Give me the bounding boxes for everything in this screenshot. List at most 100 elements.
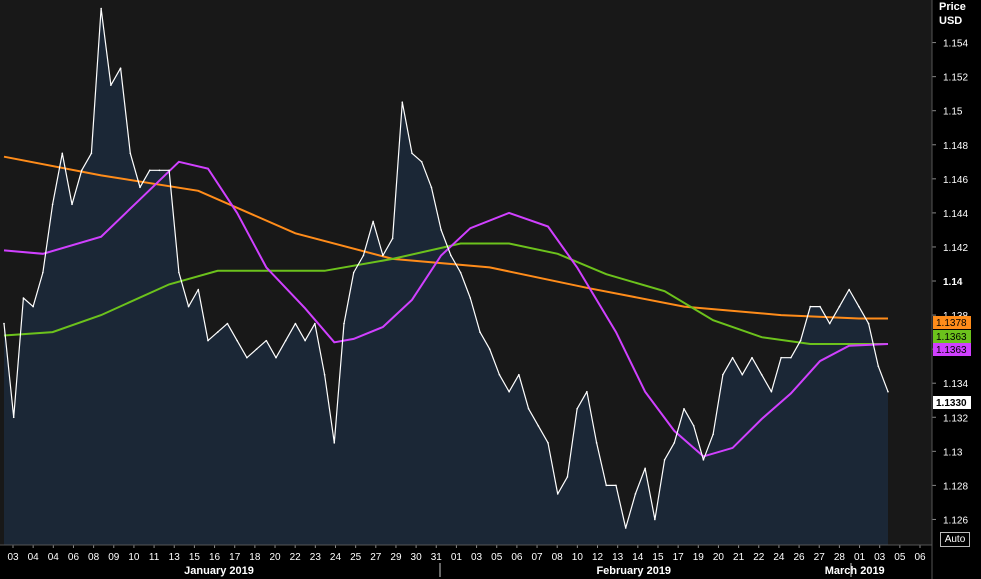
x-tick-label: 12 xyxy=(592,552,604,563)
price-point xyxy=(352,271,355,274)
price-point xyxy=(867,322,870,325)
x-tick-label: 06 xyxy=(914,552,926,563)
x-tick-label: 17 xyxy=(229,552,241,563)
last-value-tag-label: 1.1330 xyxy=(936,398,967,409)
price-point xyxy=(644,467,646,470)
x-tick-label: 06 xyxy=(68,552,80,563)
last-value-tag-label: 1.1363 xyxy=(936,345,967,356)
x-tick-label: 06 xyxy=(511,552,523,563)
x-tick-label: 03 xyxy=(471,552,483,563)
price-point xyxy=(683,407,685,410)
price-point xyxy=(712,433,714,436)
price-axis-header: Price USD xyxy=(939,0,966,28)
x-tick-label: 15 xyxy=(189,552,201,563)
price-point xyxy=(722,373,724,376)
x-tick-label: 24 xyxy=(773,552,785,563)
x-month-label: January 2019 xyxy=(184,565,254,577)
price-point xyxy=(605,484,608,487)
x-tick-label: 11 xyxy=(149,552,160,563)
x-tick-label: 22 xyxy=(753,552,765,563)
last-value-tag-label: 1.1363 xyxy=(936,332,967,343)
y-tick-label: 1.126 xyxy=(943,515,968,526)
x-tick-label: 09 xyxy=(108,552,120,563)
y-tick-label: 1.152 xyxy=(943,73,968,84)
x-tick-label: 24 xyxy=(330,552,342,563)
x-tick-label: 13 xyxy=(612,552,624,563)
price-point xyxy=(304,339,306,342)
last-value-tag-price: 1.1330 xyxy=(933,396,971,409)
x-tick-label: 28 xyxy=(834,552,846,563)
price-point xyxy=(187,305,190,308)
price-point xyxy=(294,322,297,325)
price-point xyxy=(760,373,763,376)
price-point xyxy=(207,339,209,342)
price-point xyxy=(314,322,316,325)
price-point xyxy=(178,271,180,274)
chart-panel: 1.1261.1281.131.1321.1341.1361.1381.141.… xyxy=(0,0,981,579)
y-tick-label: 1.15 xyxy=(943,107,963,118)
auto-scale-button[interactable]: Auto xyxy=(940,532,970,547)
price-point xyxy=(226,322,229,325)
price-point xyxy=(100,7,102,10)
x-tick-label: 27 xyxy=(370,552,382,563)
x-tick-label: 31 xyxy=(431,552,443,563)
price-point xyxy=(809,305,812,308)
price-axis-unit: USD xyxy=(939,15,963,27)
price-point xyxy=(692,424,695,427)
price-point xyxy=(673,442,676,444)
y-tick-label: 1.132 xyxy=(943,413,968,424)
price-point xyxy=(401,101,404,103)
price-point xyxy=(488,348,491,350)
price-point xyxy=(508,390,510,393)
price-point xyxy=(158,169,161,172)
price-point xyxy=(32,305,34,308)
price-point xyxy=(362,254,365,257)
price-point xyxy=(450,254,452,257)
price-point xyxy=(148,169,151,172)
price-chart[interactable]: 1.1261.1281.131.1321.1341.1361.1381.141.… xyxy=(0,0,981,579)
y-tick-label: 1.146 xyxy=(943,175,968,186)
price-point xyxy=(741,373,744,376)
price-point xyxy=(624,527,627,529)
x-tick-label: 05 xyxy=(491,552,503,563)
price-point xyxy=(3,322,5,325)
x-tick-label: 03 xyxy=(874,552,886,563)
last-value-tag-ma_green: 1.1363 xyxy=(933,330,971,343)
price-point xyxy=(71,203,73,206)
x-tick-label: 18 xyxy=(249,552,261,563)
price-point xyxy=(702,459,705,461)
x-tick-label: 10 xyxy=(572,552,584,563)
price-point xyxy=(547,442,549,444)
price-point xyxy=(391,237,394,240)
price-point xyxy=(615,484,617,487)
price-point xyxy=(440,229,442,231)
price-point xyxy=(654,518,656,521)
time-axis-panel xyxy=(0,545,932,579)
y-tick-label: 1.13 xyxy=(943,447,963,458)
x-tick-label: 16 xyxy=(209,552,221,563)
price-point xyxy=(139,186,141,189)
price-point xyxy=(799,339,802,342)
price-point xyxy=(887,390,889,393)
x-tick-label: 23 xyxy=(310,552,322,563)
price-point xyxy=(80,169,83,172)
price-point xyxy=(323,373,326,376)
x-tick-label: 03 xyxy=(7,552,19,563)
price-point xyxy=(663,459,666,461)
price-point xyxy=(518,373,520,376)
price-point xyxy=(731,356,734,359)
price-point xyxy=(51,203,54,206)
x-tick-label: 01 xyxy=(451,552,463,563)
price-point xyxy=(459,271,462,274)
y-tick-label: 1.148 xyxy=(943,141,968,152)
price-point xyxy=(848,288,850,291)
x-tick-label: 20 xyxy=(713,552,725,563)
price-point xyxy=(22,297,25,299)
x-tick-label: 01 xyxy=(854,552,866,563)
price-point xyxy=(382,254,384,257)
x-tick-label: 17 xyxy=(673,552,685,563)
x-tick-label: 27 xyxy=(814,552,826,563)
y-tick-label: 1.142 xyxy=(943,243,968,254)
price-point xyxy=(411,152,413,155)
last-value-tag-ma_magenta: 1.1363 xyxy=(933,343,971,356)
